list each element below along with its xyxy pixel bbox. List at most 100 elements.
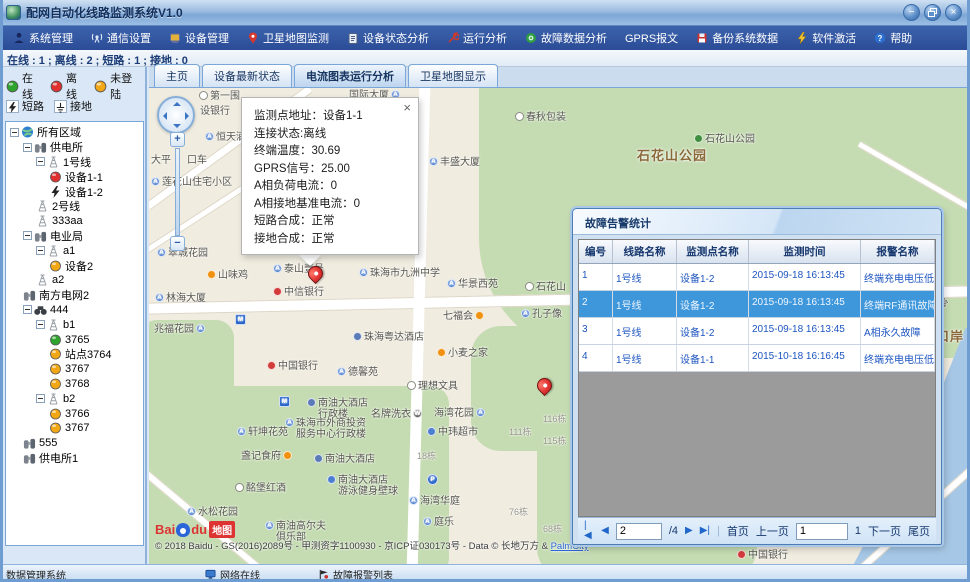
taskbar-item-网络在线[interactable]: 网络在线 [205,567,260,582]
wash-icon: W [413,409,422,418]
map-label-text: 中国银行 [748,550,788,561]
tree-node-设备2[interactable]: 设备2 [6,258,143,273]
map-canvas[interactable]: + − × 监测点地址：设备1-1连接状态:离线终端温度：30.69GPRS信号… [149,88,967,564]
menu-item-6[interactable]: 运行分析 [440,27,514,49]
zoom-in-button[interactable]: + [170,132,185,147]
restore-button[interactable] [924,4,941,21]
tree-node-3767[interactable]: 3767 [6,421,143,436]
table-row[interactable]: 11号线设备1-22015-09-18 16:13:45终端充电电压低告警信号 [579,264,935,291]
fault-panel-title[interactable]: 故障告警统计 [573,209,941,235]
pager-last-icon[interactable]: ▶| [700,526,710,536]
pager-goto-input[interactable] [796,523,848,540]
zoom-slider[interactable] [175,148,180,236]
tab-电流图表运行分析[interactable]: 电流图表运行分析 [294,64,406,87]
pan-down-icon[interactable] [173,124,181,128]
menu-item-8[interactable]: GPRS报文 [618,27,685,49]
pan-up-icon[interactable] [173,102,181,106]
tree-node-3766[interactable]: 3766 [6,406,143,421]
table-row[interactable]: 41号线设备1-12015-10-18 16:16:45终端充电电压低告警信号 [579,345,935,372]
column-header-线路名称[interactable]: 线路名称 [613,240,677,263]
menu-item-4[interactable]: 卫星地图监测 [240,27,336,49]
map-label-text: 111栋 [509,427,532,438]
map-label-metro[interactable]: M [279,396,292,407]
column-header-监测点名称[interactable]: 监测点名称 [677,240,749,263]
menu-item-11[interactable]: ?帮助 [867,27,919,49]
menu-item-9[interactable]: 备份系统数据 [689,27,785,49]
tree-expander-icon[interactable] [23,305,32,314]
tree-expander-icon[interactable] [10,128,19,137]
pager-last-page-link[interactable]: 尾页 [908,523,930,539]
column-header-报警名称[interactable]: 报警名称 [861,240,935,263]
pager-prev-page-link[interactable]: 上一页 [756,523,789,539]
close-button[interactable]: × [945,4,962,21]
tree-node-a1[interactable]: a1 [6,243,143,258]
tree-expander-icon[interactable] [23,143,32,152]
map-label-理想文具: 理想文具 [407,381,458,392]
tree-node-站点3764[interactable]: 站点3764 [6,347,143,362]
map-label-metro[interactable]: M [235,314,248,325]
legend: 在线离线未登陆 短路接地 [6,76,144,116]
table-row[interactable]: 21号线设备1-22015-09-18 16:13:45终端RF通讯故障 [579,291,935,318]
tree-expander-icon[interactable] [36,320,45,329]
map-label-parking[interactable]: P [427,474,440,485]
pager-first-icon[interactable]: |◀ [584,521,594,541]
pager-next-page-link[interactable]: 下一页 [868,523,901,539]
map-label-text: 水松花园 [198,507,238,518]
tree-node-444[interactable]: 444 [6,303,143,318]
menu-item-3[interactable]: 设备管理 [162,27,236,49]
hotel-icon [307,398,316,407]
menu-item-1[interactable]: 系统管理 [6,27,80,49]
hotel-icon [353,332,362,341]
tab-设备最新状态[interactable]: 设备最新状态 [202,64,292,87]
tree-node-供电所[interactable]: 供电所 [6,140,143,155]
pager-prev-icon[interactable]: ◀ [601,526,609,536]
tree-node-label: b1 [63,319,75,331]
pager-page-input[interactable] [616,523,662,540]
pan-right-icon[interactable] [185,112,189,120]
tree-node-333aa[interactable]: 333aa [6,214,143,229]
column-header-编号[interactable]: 编号 [579,240,613,263]
tree-node-所有区域[interactable]: 所有区域 [6,125,143,140]
tree-expander-icon[interactable] [23,231,32,240]
tree-node-设备1-2[interactable]: 设备1-2 [6,184,143,199]
tree-node-3767[interactable]: 3767 [6,362,143,377]
tree-node-设备1-1[interactable]: 设备1-1 [6,169,143,184]
taskbar-item-数据管理系统[interactable]: 数据管理系统 [6,567,66,582]
tree-node-2号线[interactable]: 2号线 [6,199,143,214]
tree-node-电业局[interactable]: 电业局 [6,229,143,244]
tree-node-供电所1[interactable]: 供电所1 [6,451,143,466]
menu-item-7[interactable]: 故障数据分析 [518,27,614,49]
pager-next-icon[interactable]: ▶ [685,526,693,536]
menu-item-5[interactable]: 设备状态分析 [340,27,436,49]
map-pan-control[interactable] [157,96,195,134]
popup-close-icon[interactable]: × [403,101,411,114]
menu-item-10[interactable]: 软件激活 [789,27,863,49]
column-header-监测时间[interactable]: 监测时间 [749,240,861,263]
pan-left-icon[interactable] [163,112,167,120]
tab-卫星地图显示[interactable]: 卫星地图显示 [408,64,498,87]
table-cell: 4 [579,345,613,371]
tree-node-555[interactable]: 555 [6,436,143,451]
table-row[interactable]: 31号线设备1-22015-09-18 16:13:45A相永久故障 [579,318,935,345]
map-label-text: 海湾华庭 [420,496,460,507]
poi-icon [283,451,292,460]
tree-node-3765[interactable]: 3765 [6,332,143,347]
tree-node-b2[interactable]: b2 [6,391,143,406]
minimize-button[interactable]: − [903,4,920,21]
menu-item-2[interactable]: 通信设置 [84,27,158,49]
tab-主页[interactable]: 主页 [154,64,200,87]
table-cell: 1号线 [613,291,677,317]
tree-expander-icon[interactable] [36,157,45,166]
tree-node-南方电网2[interactable]: 南方电网2 [6,288,143,303]
tree-node-3768[interactable]: 3768 [6,377,143,392]
tree-expander-icon[interactable] [36,394,45,403]
pager-first-page-link[interactable]: 首页 [727,523,749,539]
tree-node-a2[interactable]: a2 [6,273,143,288]
taskbar-item-故障报警列表[interactable]: 故障报警列表 [318,567,393,582]
map-label-华景西苑: A华景西苑 [447,279,498,290]
tree-expander-icon[interactable] [36,246,45,255]
zoom-out-button[interactable]: − [170,236,185,251]
tree-node-1号线[interactable]: 1号线 [6,155,143,170]
tree-node-b1[interactable]: b1 [6,317,143,332]
legend-row-1: 在线离线未登陆 [6,76,144,96]
